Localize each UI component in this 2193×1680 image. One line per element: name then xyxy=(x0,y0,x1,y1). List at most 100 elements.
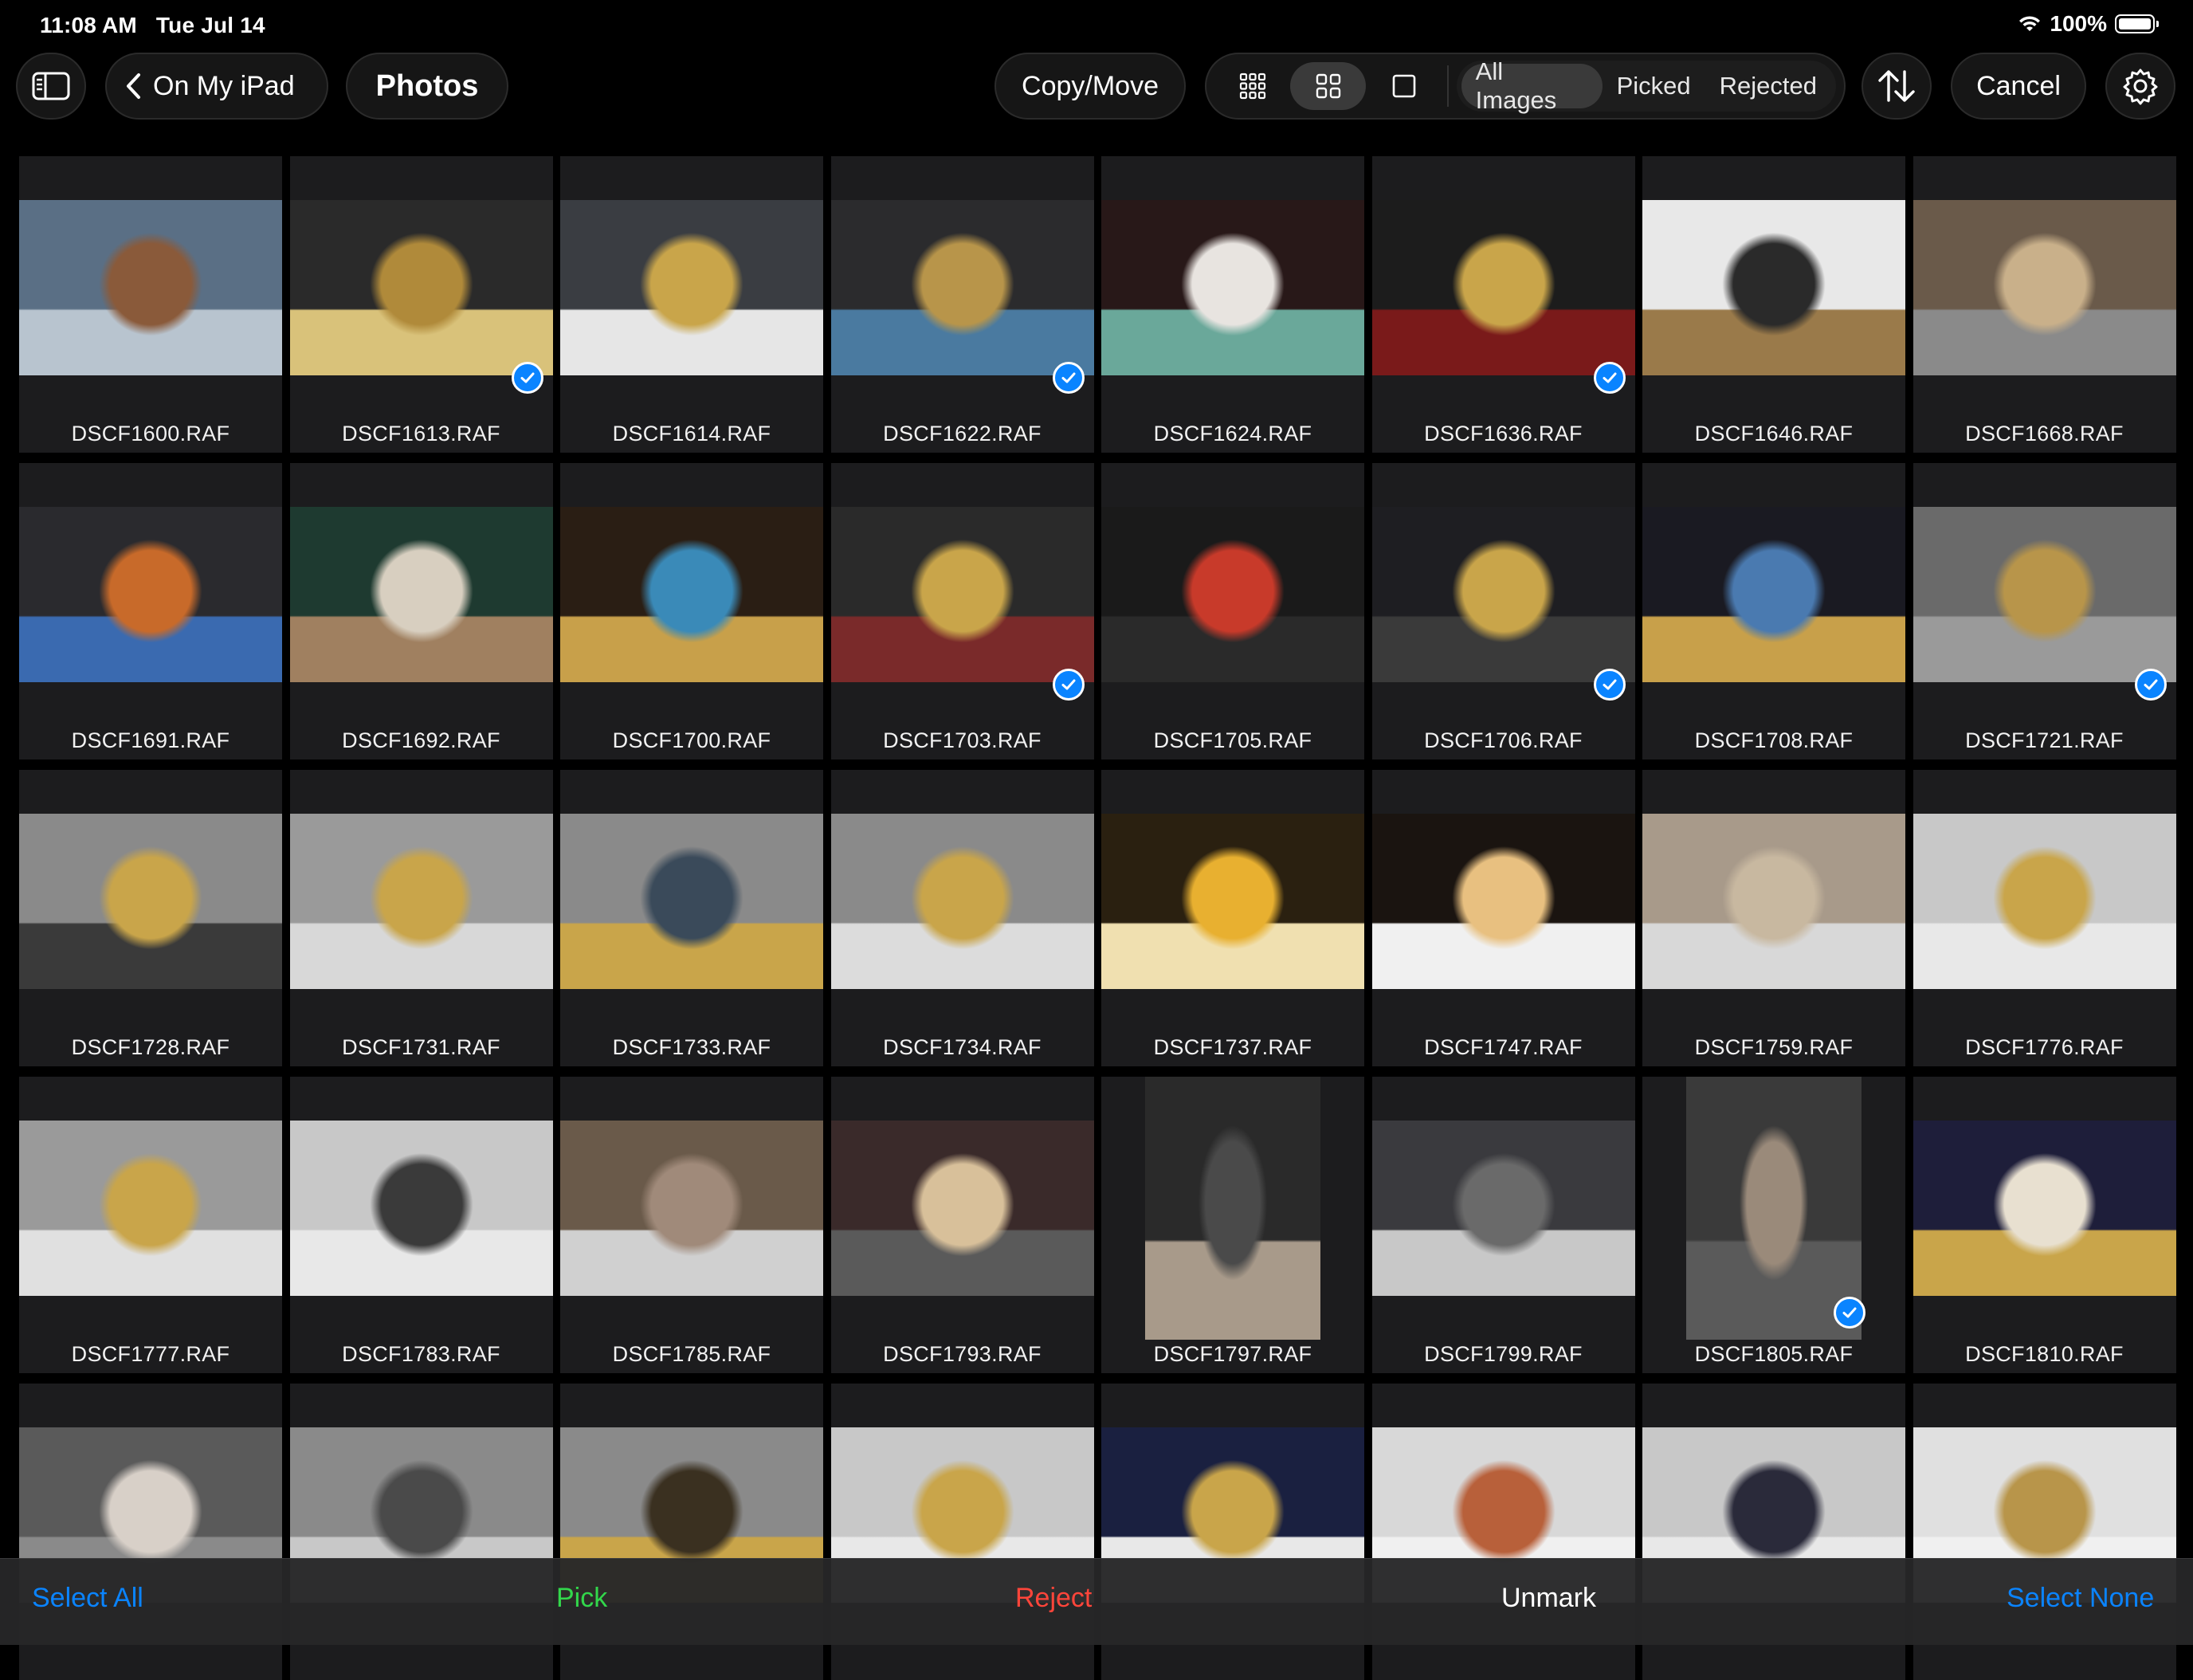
photo-cell[interactable]: DSCF1777.RAF xyxy=(19,1077,282,1373)
photo-filename: DSCF1733.RAF xyxy=(612,1035,771,1059)
photo-filename: DSCF1759.RAF xyxy=(1694,1035,1854,1059)
photo-cell[interactable]: DSCF1785.RAF xyxy=(560,1077,823,1373)
photo-cell[interactable]: DSCF1706.RAF xyxy=(1371,463,1635,760)
reject-button[interactable]: Reject xyxy=(1015,1583,1092,1614)
photo-cell[interactable]: DSCF1810.RAF xyxy=(1912,1077,2176,1373)
photo-thumbnail xyxy=(560,1121,823,1296)
photo-cell[interactable]: DSCF1733.RAF xyxy=(560,770,823,1066)
photo-filename: DSCF1668.RAF xyxy=(1965,422,2124,446)
photo-thumbnail xyxy=(1371,507,1635,682)
filter-rejected[interactable]: Rejected xyxy=(1705,64,1831,108)
photo-filename: DSCF1793.RAF xyxy=(883,1342,1042,1366)
photo-thumbnail xyxy=(19,814,282,989)
photo-filename: DSCF1706.RAF xyxy=(1424,728,1583,752)
cancel-label: Cancel xyxy=(1976,70,2061,101)
medium-grid-view-button[interactable] xyxy=(1290,62,1367,110)
photo-cell[interactable]: DSCF1721.RAF xyxy=(1912,463,2176,760)
photo-cell[interactable]: DSCF1600.RAF xyxy=(19,156,282,453)
filter-segmented-control: All Images Picked Rejected xyxy=(1456,57,1836,114)
photo-thumbnail xyxy=(1145,1077,1320,1340)
status-time-value: 11:08 AM xyxy=(40,13,137,37)
photo-thumbnail xyxy=(1101,507,1364,682)
photo-cell[interactable]: DSCF1734.RAF xyxy=(830,770,1094,1066)
photo-cell[interactable]: DSCF1797.RAF xyxy=(1101,1077,1364,1373)
photo-cell[interactable]: DSCF1776.RAF xyxy=(1912,770,2176,1066)
photo-thumbnail xyxy=(1912,814,2176,989)
small-grid-view-button[interactable] xyxy=(1214,62,1290,110)
photo-filename: DSCF1613.RAF xyxy=(342,422,500,446)
photo-filename: DSCF1731.RAF xyxy=(342,1035,500,1059)
photo-thumbnail xyxy=(560,507,823,682)
photo-filename: DSCF1624.RAF xyxy=(1153,422,1312,446)
photo-thumbnail xyxy=(289,507,553,682)
filter-picked[interactable]: Picked xyxy=(1603,64,1705,108)
photo-cell[interactable]: DSCF1668.RAF xyxy=(1912,156,2176,453)
photo-cell[interactable]: DSCF1728.RAF xyxy=(19,770,282,1066)
status-time: 11:08 AM Tue Jul 14 xyxy=(40,13,265,38)
single-view-button[interactable] xyxy=(1366,62,1442,110)
photos-button-label: Photos xyxy=(375,69,479,103)
checkmark-icon xyxy=(1052,362,1085,394)
status-right: 100% xyxy=(2018,11,2159,37)
photo-thumbnail xyxy=(1642,200,1905,375)
photos-button[interactable]: Photos xyxy=(346,53,508,120)
gear-icon xyxy=(2123,69,2158,105)
battery-icon xyxy=(2115,14,2159,33)
wifi-icon xyxy=(2019,16,2041,31)
photo-cell[interactable]: DSCF1805.RAF xyxy=(1642,1077,1905,1373)
photo-thumbnail xyxy=(1371,200,1635,375)
photo-filename: DSCF1734.RAF xyxy=(883,1035,1042,1059)
photo-thumbnail xyxy=(1686,1077,1862,1340)
back-button[interactable]: On My iPad xyxy=(105,53,328,120)
filter-all-images[interactable]: All Images xyxy=(1461,57,1603,114)
photo-thumbnail xyxy=(1642,507,1905,682)
settings-button[interactable] xyxy=(2105,53,2175,120)
photo-cell[interactable]: DSCF1613.RAF xyxy=(289,156,553,453)
photo-filename: DSCF1614.RAF xyxy=(612,422,771,446)
back-button-label: On My iPad xyxy=(153,70,295,101)
copy-move-button[interactable]: Copy/Move xyxy=(994,53,1186,120)
checkmark-icon xyxy=(2134,669,2167,701)
photo-filename: DSCF1600.RAF xyxy=(71,422,230,446)
sidebar-toggle-button[interactable] xyxy=(16,53,86,120)
photo-cell[interactable]: DSCF1708.RAF xyxy=(1642,463,1905,760)
photo-cell[interactable]: DSCF1646.RAF xyxy=(1642,156,1905,453)
photo-cell[interactable]: DSCF1799.RAF xyxy=(1371,1077,1635,1373)
select-none-button[interactable]: Select None xyxy=(2007,1583,2154,1614)
cancel-button[interactable]: Cancel xyxy=(1951,53,2086,120)
photo-cell[interactable]: DSCF1731.RAF xyxy=(289,770,553,1066)
unmark-button[interactable]: Unmark xyxy=(1501,1583,1596,1614)
photo-cell[interactable]: DSCF1614.RAF xyxy=(560,156,823,453)
photo-filename: DSCF1692.RAF xyxy=(342,728,500,752)
photo-cell[interactable]: DSCF1622.RAF xyxy=(830,156,1094,453)
photo-cell[interactable]: DSCF1692.RAF xyxy=(289,463,553,760)
photo-filename: DSCF1728.RAF xyxy=(71,1035,230,1059)
photo-thumbnail xyxy=(1371,1121,1635,1296)
pick-button[interactable]: Pick xyxy=(556,1583,607,1614)
photo-thumbnail xyxy=(830,507,1094,682)
photo-thumbnail xyxy=(1101,814,1364,989)
photo-cell[interactable]: DSCF1691.RAF xyxy=(19,463,282,760)
photo-cell[interactable]: DSCF1703.RAF xyxy=(830,463,1094,760)
photo-filename: DSCF1622.RAF xyxy=(883,422,1042,446)
select-all-button[interactable]: Select All xyxy=(32,1583,143,1614)
checkmark-icon xyxy=(1052,669,1085,701)
photo-cell[interactable]: DSCF1783.RAF xyxy=(289,1077,553,1373)
photo-cell[interactable]: DSCF1636.RAF xyxy=(1371,156,1635,453)
photo-cell[interactable]: DSCF1737.RAF xyxy=(1101,770,1364,1066)
photo-cell[interactable]: DSCF1759.RAF xyxy=(1642,770,1905,1066)
photo-thumbnail xyxy=(289,1121,553,1296)
photo-cell[interactable]: DSCF1747.RAF xyxy=(1371,770,1635,1066)
copy-move-label: Copy/Move xyxy=(1022,70,1159,101)
photo-filename: DSCF1799.RAF xyxy=(1424,1342,1583,1366)
chevron-left-icon xyxy=(127,73,140,99)
photo-thumbnail xyxy=(1912,1121,2176,1296)
photo-cell[interactable]: DSCF1705.RAF xyxy=(1101,463,1364,760)
photo-cell[interactable]: DSCF1793.RAF xyxy=(830,1077,1094,1373)
small-grid-icon xyxy=(1239,73,1265,100)
toolbar: On My iPad Photos Copy/Move All Images P… xyxy=(0,51,2193,124)
single-view-icon xyxy=(1392,74,1416,98)
photo-cell[interactable]: DSCF1624.RAF xyxy=(1101,156,1364,453)
sort-button[interactable] xyxy=(1862,53,1932,120)
photo-cell[interactable]: DSCF1700.RAF xyxy=(560,463,823,760)
